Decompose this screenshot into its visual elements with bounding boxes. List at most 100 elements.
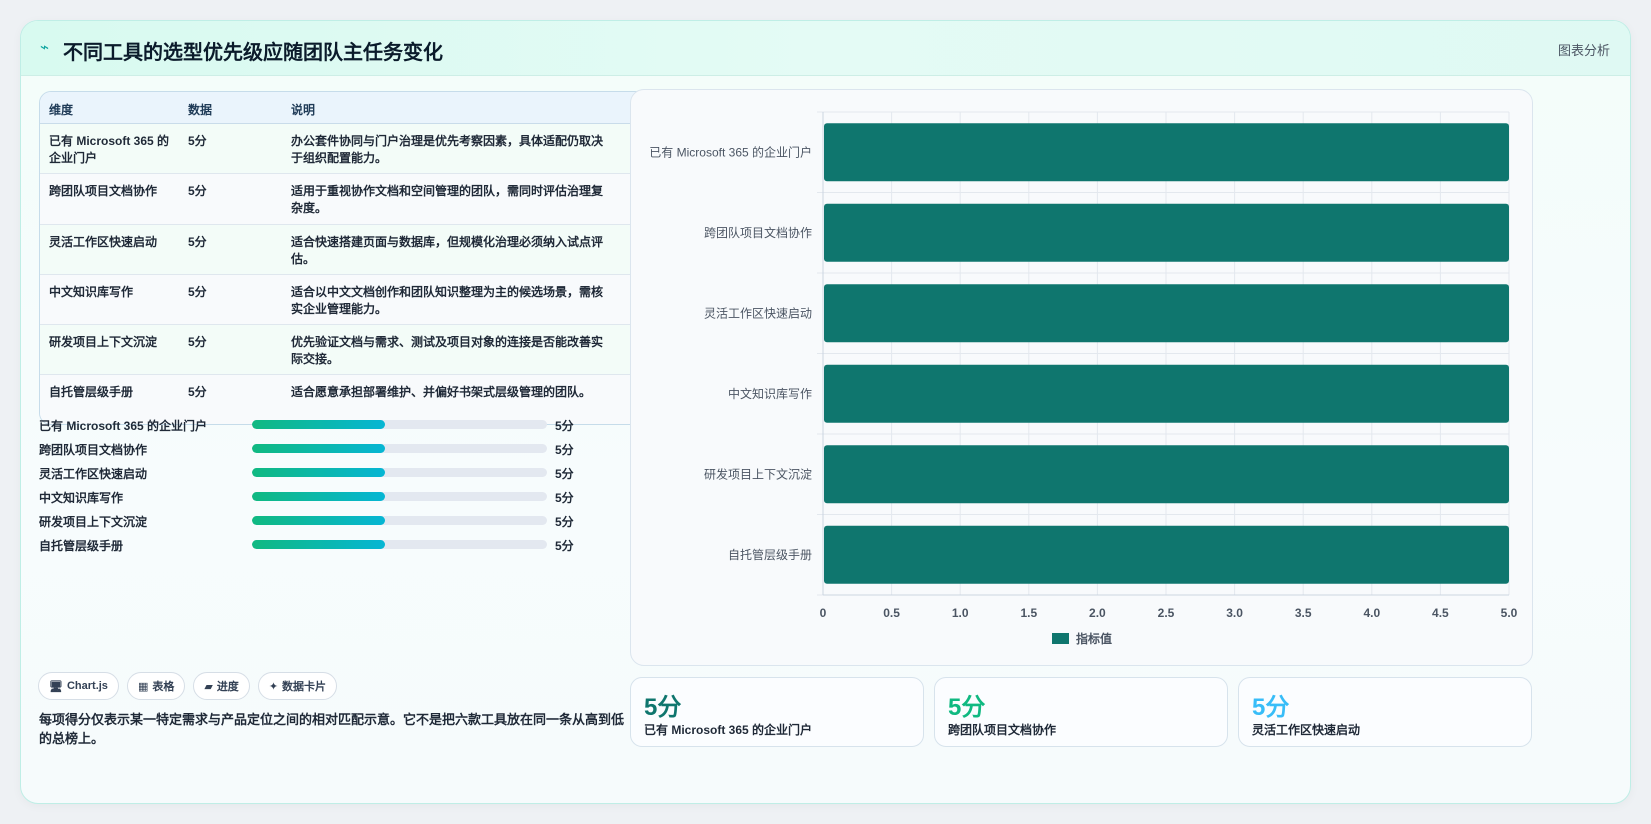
tag-chip[interactable]: ▰ 进度 [193, 672, 250, 700]
col-header-dimension: 维度 [49, 103, 74, 117]
cell-score: 5分 [188, 284, 207, 299]
cell-score: 5分 [188, 335, 207, 350]
cell-description: 办公套件协同与门户治理是优先考察因素，具体适配仍取决于组织配置能力。 [291, 134, 604, 165]
x-tick-label: 2.5 [1158, 606, 1175, 620]
bar [824, 203, 1509, 262]
progress-track [252, 444, 547, 453]
x-tick-label: 3.0 [1226, 606, 1243, 620]
tag-list: 🖥 Chart.js ▦ 表格 ▰ 进度 ✦ 数据卡片 [38, 672, 338, 700]
y-tick-label: 已有 Microsoft 365 的企业门户 [649, 144, 812, 159]
stat-caption: 灵活工作区快速启动 [1252, 723, 1361, 737]
stat-card: 5分 跨团队项目文档协作 [934, 677, 1228, 747]
bar-chart: 已有 Microsoft 365 的企业门户跨团队项目文档协作灵活工作区快速启动… [649, 111, 1518, 646]
header: ⌁ 不同工具的选型优先级应随团队主任务变化 图表分析 [21, 21, 1630, 76]
table-row: 中文知识库写作 5分 适合以中文文档创作和团队知识整理为主的候选场景，需核实企业管理… [40, 274, 647, 326]
table-row: 已有 Microsoft 365 的企业门户 5分 办公套件协同与门户治理是优先考察… [40, 124, 647, 175]
stat-caption: 跨团队项目文档协作 [948, 723, 1057, 737]
cell-score: 5分 [188, 385, 207, 400]
progress-label: 跨团队项目文档协作 [39, 443, 148, 457]
tag-label: 进度 [216, 681, 239, 693]
x-tick-label: 0 [820, 606, 827, 620]
progress-fill [252, 540, 385, 549]
y-tick-label: 研发项目上下文沉淀 [704, 466, 812, 481]
cell-score: 5分 [188, 234, 207, 249]
cell-description: 适合愿意承担部署维护、并偏好书架式层级管理的团队。 [291, 385, 592, 400]
table-header: 维度 数据 说明 [40, 92, 647, 124]
tag-chip[interactable]: ✦ 数据卡片 [257, 672, 338, 700]
progress-track [252, 540, 547, 549]
progress-fill [252, 492, 385, 501]
tag-icon: 🖥 [49, 680, 63, 693]
progress-fill [252, 516, 385, 525]
stat-card: 5分已有 Microsoft 365 的企业门户 [630, 677, 924, 747]
bar [824, 525, 1509, 584]
x-tick-label: 1.5 [1020, 606, 1037, 620]
table-row: 灵活工作区快速启动 5分 适合快速搭建页面与数据库，但规模化治理必须纳入试点评估。 [40, 224, 647, 275]
progress-value: 5分 [555, 539, 574, 553]
progress-item: 跨团队项目文档协作 5分 [39, 441, 609, 457]
stat-card: 5分灵活工作区快速启动 [1238, 677, 1532, 747]
cell-description: 适合快速搭建页面与数据库，但规模化治理必须纳入试点评估。 [291, 234, 604, 266]
page-title: 不同工具的选型优先级应随团队主任务变化 [63, 42, 443, 64]
progress-track [252, 420, 547, 429]
x-tick-label: 4.5 [1432, 606, 1449, 620]
tag-label: 数据卡片 [282, 681, 327, 693]
tag-label: 表格 [152, 681, 175, 693]
progress-label: 自托管层级手册 [39, 539, 124, 553]
progress-track [252, 492, 547, 501]
legend-swatch [1052, 633, 1069, 644]
bar-chart-panel: 已有 Microsoft 365 的企业门户跨团队项目文档协作 灵活工作区快速启动… [630, 89, 1533, 666]
x-tick-label: 5.0 [1501, 606, 1518, 620]
progress-item: 研发项目上下文沉淀 5分 [39, 513, 609, 529]
stat-caption: 已有 Microsoft 365 的企业门户 [644, 723, 813, 737]
dashboard-card: ⌁ 不同工具的选型优先级应随团队主任务变化 图表分析 维度 数据 说明 已有 M… [20, 20, 1631, 804]
progress-label: 研发项目上下文沉淀 [39, 515, 148, 529]
cell-score: 5分 [188, 184, 207, 199]
data-table: 维度 数据 说明 已有 Microsoft 365 的企业门户 5分 办公套件协同与… [39, 91, 648, 425]
cell-dimension: 灵活工作区快速启动 [49, 234, 158, 249]
tag-icon: ✦ [268, 680, 279, 693]
progress-fill [252, 420, 385, 429]
progress-item: 中文知识库写作 5分 [39, 489, 609, 505]
progress-value: 5分 [555, 443, 574, 457]
cell-dimension: 自托管层级手册 [49, 385, 134, 400]
bar [824, 364, 1509, 423]
tag-label: Chart.js [66, 680, 108, 692]
x-tick-label: 4.0 [1363, 606, 1380, 620]
bar [824, 123, 1509, 182]
x-tick-label: 0.5 [883, 606, 900, 620]
table-row: 研发项目上下文沉淀 5分 优先验证文档与需求、测试及项目对象的连接是否能改善实际交接… [40, 325, 647, 376]
progress-value: 5分 [555, 467, 574, 481]
progress-track [252, 468, 547, 477]
y-tick-label: 灵活工作区快速启动 [704, 306, 812, 320]
progress-item: 灵活工作区快速启动 5分 [39, 465, 609, 481]
tag-chip[interactable]: 🖥 Chart.js [38, 672, 119, 700]
progress-item: 自托管层级手册 5分 [39, 537, 609, 553]
col-header-description: 说明 [291, 103, 316, 117]
cell-score: 5分 [188, 134, 207, 148]
progress-value: 5分 [555, 419, 574, 433]
progress-track [252, 516, 547, 525]
progress-label: 已有 Microsoft 365 的企业门户 [39, 419, 208, 433]
cell-dimension: 已有 Microsoft 365 的企业门户 [49, 134, 170, 165]
stat-value: 5分 [1252, 694, 1290, 721]
cell-description: 适合以中文文档创作和团队知识整理为主的候选场景，需核实企业管理能力。 [291, 284, 604, 316]
progress-value: 5分 [555, 515, 574, 529]
tag-chip[interactable]: ▦ 表格 [126, 672, 186, 700]
progress-fill [252, 444, 385, 453]
progress-label: 灵活工作区快速启动 [39, 467, 148, 481]
tag-icon: ▦ [137, 680, 149, 693]
stat-value: 5分 [644, 694, 682, 721]
table-row: 跨团队项目文档协作 5分 适用于重视协作文档和空间管理的团队，需同时评估治理复杂度。 [40, 174, 647, 225]
chart-analysis-link[interactable]: 图表分析 [1558, 40, 1610, 59]
progress-value: 5分 [555, 491, 574, 505]
cell-dimension: 研发项目上下文沉淀 [49, 335, 158, 350]
x-tick-label: 1.0 [952, 606, 969, 620]
bar [824, 445, 1509, 504]
cell-description: 优先验证文档与需求、测试及项目对象的连接是否能改善实际交接。 [291, 335, 604, 367]
cell-dimension: 中文知识库写作 [49, 284, 134, 299]
cell-description: 适用于重视协作文档和空间管理的团队，需同时评估治理复杂度。 [291, 184, 604, 216]
tag-icon: ▰ [204, 680, 213, 693]
progress-fill [252, 468, 385, 477]
y-tick-label: 跨团队项目文档协作 [704, 225, 812, 240]
